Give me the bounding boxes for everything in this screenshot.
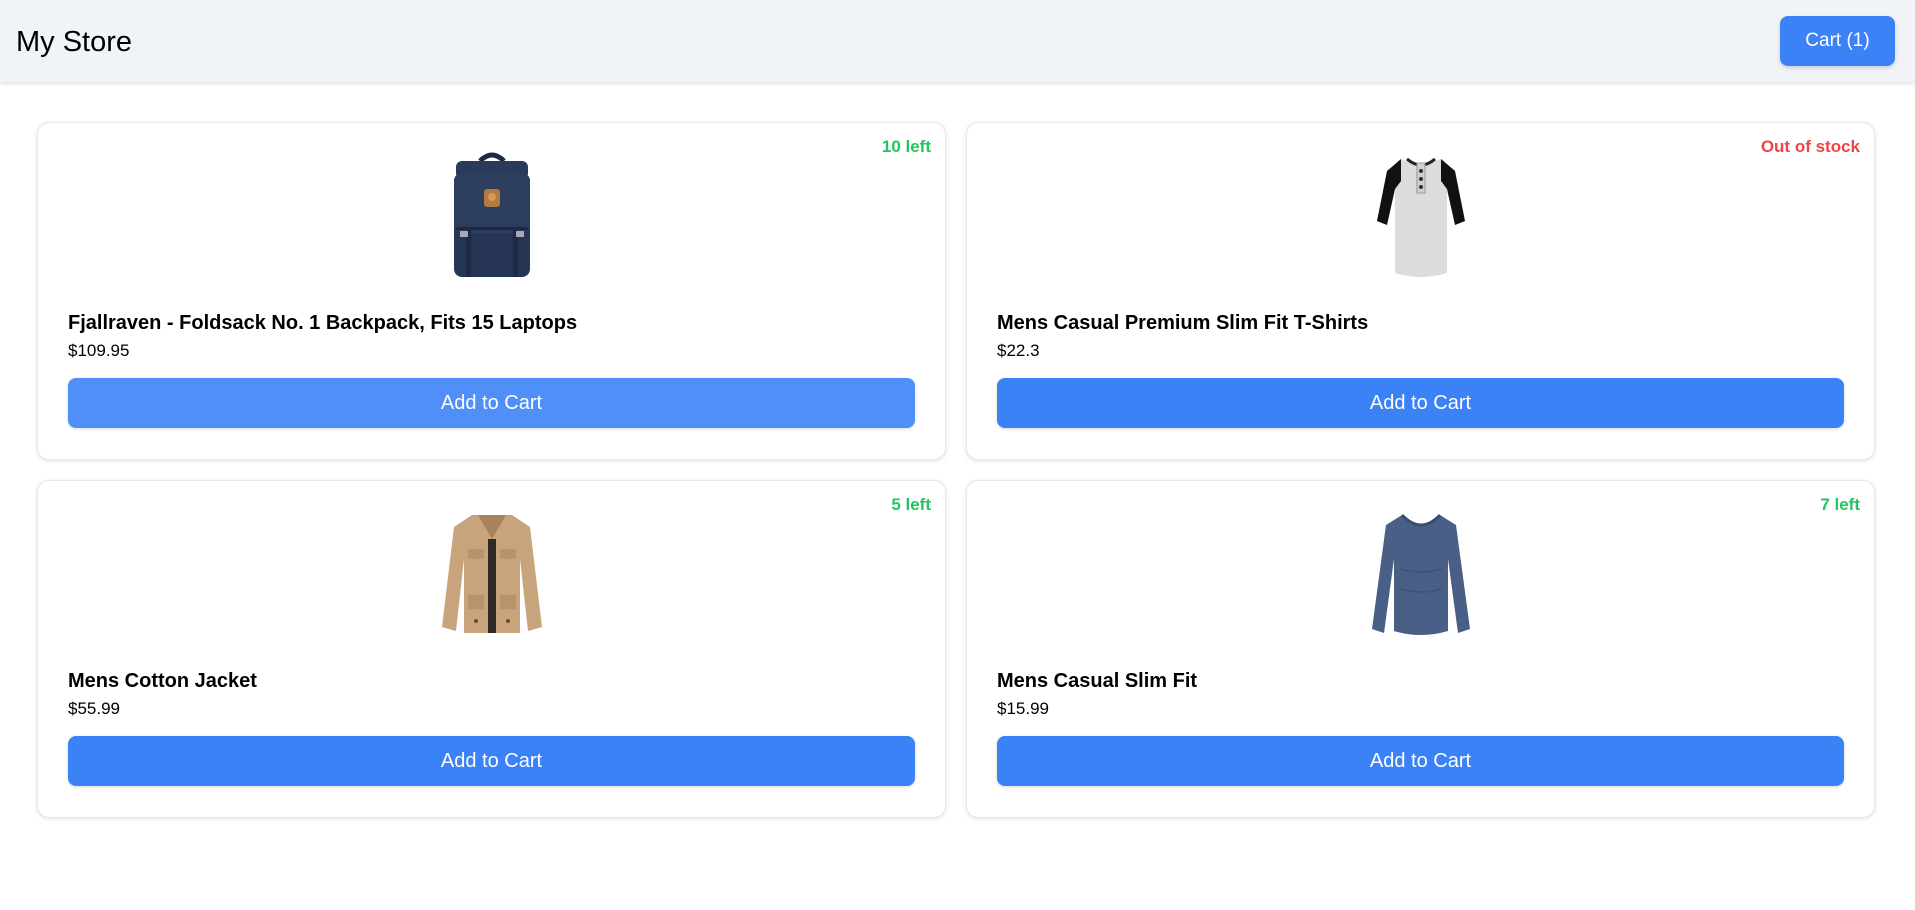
raglan-tshirt-image <box>967 151 1874 281</box>
product-name: Mens Casual Slim Fit <box>997 670 1198 692</box>
cotton-jacket-image <box>38 509 945 639</box>
add-to-cart-button[interactable]: Add to Cart <box>997 736 1844 786</box>
product-card: 5 left Mens Cotton Jacket $55.99 Add to … <box>37 480 946 818</box>
product-card: Out of stock Mens Casual Premium Slim Fi… <box>966 122 1875 460</box>
product-price: $15.99 <box>997 699 1049 718</box>
product-price: $109.95 <box>68 341 130 360</box>
product-price: $55.99 <box>68 699 120 718</box>
product-card: 7 left Mens Casual Slim Fit $15.99 Add t… <box>966 480 1875 818</box>
longsleeve-shirt-image <box>967 509 1874 639</box>
product-price: $22.3 <box>997 341 1040 360</box>
product-name: Mens Cotton Jacket <box>68 670 257 692</box>
add-to-cart-button[interactable]: Add to Cart <box>68 736 915 786</box>
store-header: My Store Cart (1) <box>0 0 1915 82</box>
product-name: Mens Casual Premium Slim Fit T-Shirts <box>997 312 1369 334</box>
product-grid: 10 left Fjallraven - Foldsack No. 1 Back… <box>37 122 1875 818</box>
store-title: My Store <box>16 26 133 58</box>
add-to-cart-button[interactable]: Add to Cart <box>997 378 1844 428</box>
product-card: 10 left Fjallraven - Foldsack No. 1 Back… <box>37 122 946 460</box>
cart-button[interactable]: Cart (1) <box>1780 16 1895 66</box>
backpack-image <box>38 151 945 281</box>
product-name: Fjallraven - Foldsack No. 1 Backpack, Fi… <box>68 312 578 334</box>
add-to-cart-button[interactable]: Add to Cart <box>68 378 915 428</box>
